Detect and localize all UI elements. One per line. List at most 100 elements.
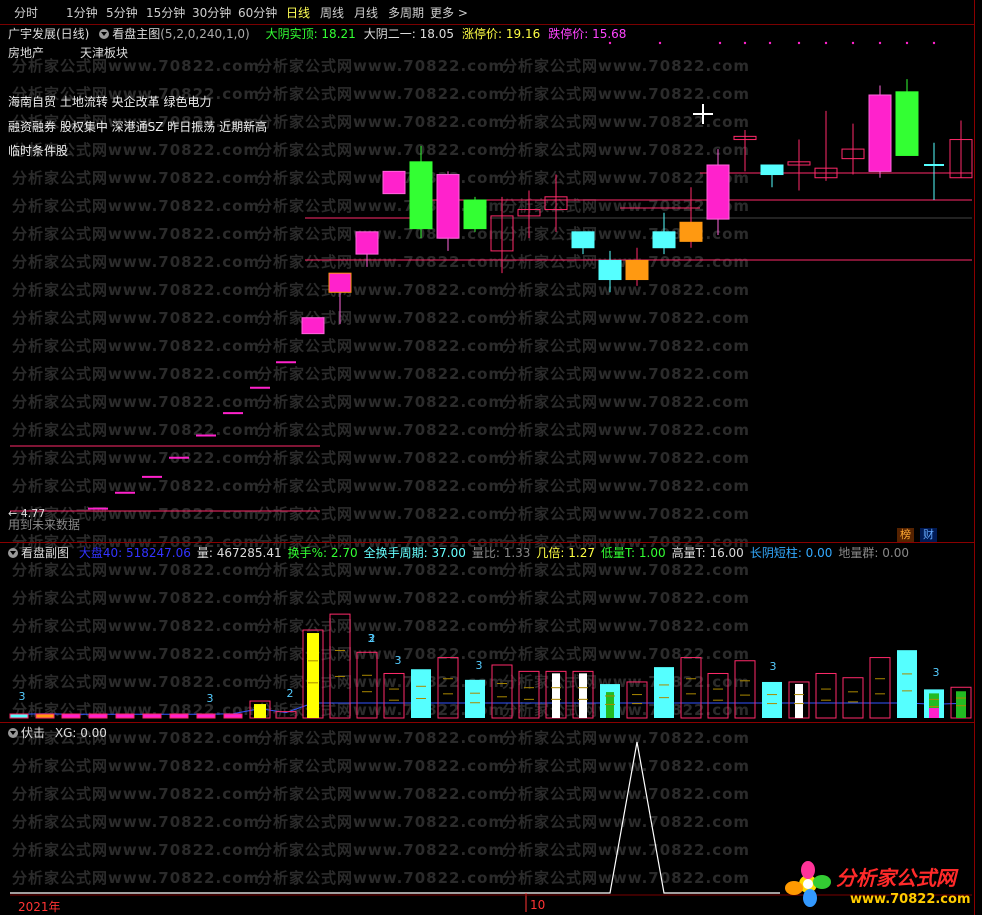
panel-divider-1 — [0, 542, 975, 543]
volume-mark: 3 — [19, 690, 26, 703]
volume-mark: 2 — [287, 687, 294, 700]
volume-bar — [437, 657, 459, 719]
volume-bar — [329, 613, 351, 719]
rank-badge[interactable]: 榜 — [897, 528, 914, 542]
indicator-params: (5,2,0,240,1,0) — [160, 27, 250, 41]
volume-mark: 3 — [476, 659, 483, 672]
candle-body — [598, 259, 622, 281]
future-data-warning: 用到未来数据 — [8, 518, 81, 532]
volume-header: 看盘副图 大盘40: 518247.06 量: 467285.41 换手%: 2.7… — [8, 544, 909, 561]
main-field-1: 大阴二一: 18.05 — [363, 27, 454, 41]
volume-bar-fill — [956, 691, 966, 718]
volume-title[interactable]: 看盘副图 — [21, 546, 69, 560]
main-header: 广宇发展(日线) 看盘主图(5,2,0,240,1,0) 大阴实顶: 18.21… — [8, 25, 626, 42]
indicator-dropdown-icon[interactable] — [99, 29, 110, 39]
candle-body — [895, 91, 919, 156]
candle-body — [706, 164, 730, 220]
volume-field-3: 全换手周期: 37.00 — [363, 546, 466, 560]
stock-title[interactable]: 广宇发展(日线) — [8, 27, 89, 41]
volume-bar — [196, 713, 216, 719]
volume-bar — [9, 713, 29, 719]
volume-field-8: 长阴短柱: 0.00 — [749, 546, 833, 560]
volume-mark: 3 — [395, 654, 402, 667]
volume-bar-fill — [579, 673, 587, 718]
candle-body — [652, 231, 676, 249]
top-dot — [658, 41, 662, 45]
volume-bar — [356, 651, 378, 719]
volume-bar — [465, 679, 485, 718]
volume-field-0: 大盘40: 518247.06 — [78, 546, 191, 560]
candle-body — [436, 174, 460, 239]
volume-bar — [762, 681, 782, 718]
sector-right: 天津板块 — [80, 46, 129, 60]
top-dot — [608, 41, 612, 45]
volume-bar — [88, 713, 108, 719]
volume-bar — [815, 672, 837, 719]
candle-body — [760, 164, 784, 176]
top-dot — [905, 41, 909, 45]
volume-fields: 大盘40: 518247.06 量: 467285.41 换手%: 2.70 全换手周… — [73, 546, 909, 560]
candle-body — [328, 272, 352, 293]
candle-body — [409, 161, 433, 230]
top-dot — [797, 41, 801, 45]
sector-left: 房地产 — [8, 46, 45, 60]
volume-field-2: 换手%: 2.70 — [287, 546, 358, 560]
volume-bar — [223, 713, 243, 719]
volume-field-5: 几倍: 1.27 — [536, 546, 595, 560]
volume-field-4: 量比: 1.33 — [471, 546, 531, 560]
volume-bar — [842, 677, 864, 719]
candle-body — [625, 259, 649, 281]
candle-body — [301, 317, 325, 335]
top-dot — [878, 41, 882, 45]
axis-year-label: 2021年 — [18, 900, 61, 914]
volume-field-7: 高量T: 16.00 — [671, 546, 744, 560]
volume-bar-fill — [307, 633, 319, 718]
concepts-line-3: 临时条件股 — [8, 144, 69, 158]
volume-mark: 2 — [369, 632, 376, 645]
xg-title[interactable]: 伏击 — [21, 726, 45, 740]
volume-bar — [869, 657, 891, 719]
volume-bar — [518, 670, 540, 719]
volume-bar — [734, 660, 756, 719]
volume-bar — [680, 657, 702, 719]
volume-bar-fill — [552, 673, 560, 718]
xg-header: 伏击 XG: 0.00 — [8, 724, 107, 741]
main-field-2: 涨停价: 19.16 — [462, 27, 541, 41]
cursor-move-icon — [693, 104, 713, 124]
kline-chart[interactable]: 3 3 233 3 3 32 — [0, 0, 982, 915]
top-dot — [932, 41, 936, 45]
volume-bar-fill — [795, 683, 803, 718]
xg-dropdown-icon[interactable] — [8, 728, 18, 738]
volume-field-1: 量: 467285.41 — [196, 546, 282, 560]
volume-bar — [142, 713, 162, 719]
volume-bar — [411, 669, 431, 718]
candle-body — [679, 221, 703, 242]
volume-dropdown-icon[interactable] — [8, 548, 18, 558]
candle-body — [382, 170, 406, 195]
volume-bar-fill — [929, 708, 939, 718]
volume-bar — [61, 713, 81, 719]
candle-body — [868, 94, 892, 172]
volume-bar — [491, 664, 513, 719]
volume-bar — [383, 672, 405, 719]
main-field-3: 跌停价: 15.68 — [548, 27, 627, 41]
indicator-name[interactable]: 看盘主图 — [112, 27, 160, 41]
top-dot — [768, 41, 772, 45]
volume-bar — [115, 713, 135, 719]
volume-field-6: 低量T: 1.00 — [601, 546, 666, 560]
panel-divider-2 — [0, 722, 975, 723]
xg-value: XG: 0.00 — [54, 726, 107, 740]
volume-mark: 3 — [207, 692, 214, 705]
volume-bar-fill — [929, 693, 939, 710]
main-fields: 大阴实顶: 18.21 大阴二一: 18.05 涨停价: 19.16 跌停价: 15.… — [258, 27, 627, 41]
finance-badge[interactable]: 财 — [920, 528, 937, 542]
concepts-line-2: 融资融券 股权集中 深港通SZ 昨日振荡 近期新高 — [8, 120, 268, 134]
volume-mark: 3 — [770, 660, 777, 673]
top-dot — [743, 41, 747, 45]
logo-url: www.70822.com — [850, 892, 971, 907]
volume-bar — [35, 713, 55, 719]
volume-field-9: 地量群: 0.00 — [838, 546, 909, 560]
top-dot — [824, 41, 828, 45]
volume-mark: 3 — [933, 666, 940, 679]
volume-bar — [654, 667, 674, 718]
